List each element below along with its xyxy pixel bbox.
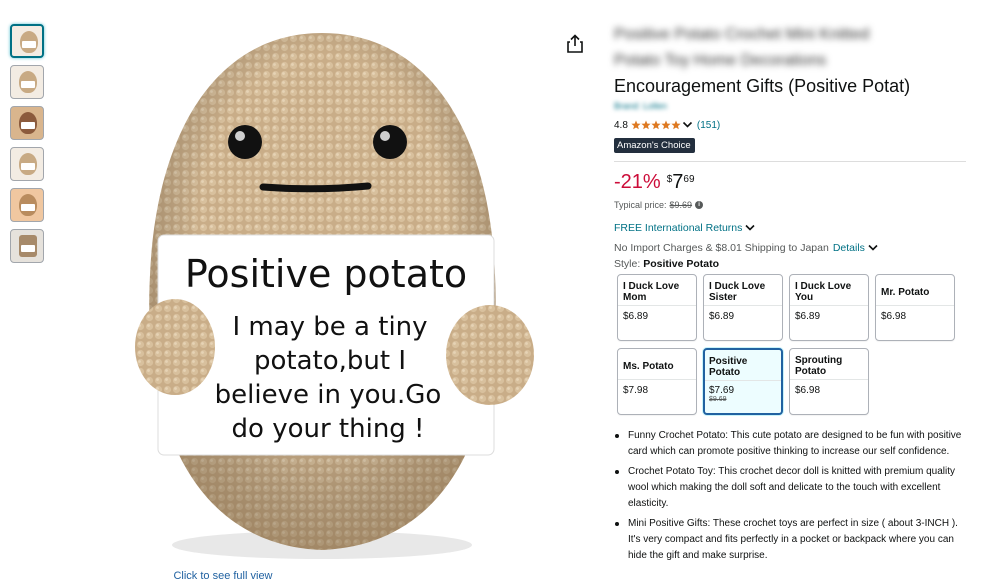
chevron-down-icon — [868, 244, 878, 251]
style-option-mr-potato[interactable]: Mr. Potato $6.98 — [875, 274, 955, 341]
style-option-name: Ms. Potato — [623, 360, 674, 372]
share-icon[interactable] — [566, 34, 584, 54]
style-option-name: Mr. Potato — [881, 286, 930, 298]
details-label: Details — [832, 242, 865, 254]
star-icon — [641, 120, 651, 130]
typical-price-label: Typical price: — [614, 200, 667, 210]
style-option-sprouting-potato[interactable]: Sprouting Potato $6.98 — [789, 348, 869, 415]
card-line-2: potato,but I — [254, 346, 406, 376]
star-rating[interactable] — [631, 120, 681, 130]
style-option-price: $6.89 — [709, 311, 735, 322]
thumbnail-image — [19, 112, 37, 134]
card-line-4: do your thing ! — [232, 414, 425, 444]
card-line-1: I may be a tiny — [232, 312, 427, 342]
amazons-choice-badge: Amazon's Choice — [614, 138, 695, 153]
style-option-name: I Duck Love Mom — [623, 281, 680, 303]
style-option-name: Sprouting Potato — [795, 355, 843, 377]
style-option-name: I Duck Love Sister — [709, 281, 766, 303]
star-icon — [661, 120, 671, 130]
blurred-title-line-1: Positive Potato Crochet Mini Knitted — [614, 26, 870, 43]
style-option-positive-potato[interactable]: Positive Potato $7.69 $9.69 — [703, 348, 783, 415]
thumbnail-1[interactable] — [10, 24, 44, 58]
style-option-name: I Duck Love You — [795, 281, 852, 303]
typical-price: Typical price: $9.69 i — [614, 200, 966, 210]
style-selector-label: Style: Positive Potato — [614, 258, 966, 270]
price-row: -21% $ 7 69 — [614, 171, 966, 197]
discount-percent: -21% — [614, 171, 661, 193]
style-option-price: $7.98 — [623, 385, 649, 396]
chevron-down-icon — [745, 224, 755, 231]
star-icon — [671, 120, 681, 130]
thumbnail-2[interactable] — [10, 65, 44, 99]
free-returns-label: FREE International Returns — [614, 222, 743, 234]
style-option-i-duck-love-mom[interactable]: I Duck Love Mom $6.89 — [617, 274, 697, 341]
thumbnail-3[interactable] — [10, 106, 44, 140]
thumbnail-4[interactable] — [10, 147, 44, 181]
free-returns-link[interactable]: FREE International Returns — [614, 222, 966, 234]
import-charges-text: No Import Charges & $8.01 Shipping to Ja… — [614, 242, 829, 254]
thumbnail-strip — [10, 24, 46, 270]
details-link[interactable]: Details — [833, 242, 878, 254]
card-title: Positive potato — [185, 252, 467, 296]
price-whole: 7 — [672, 171, 684, 193]
style-option-ms-potato[interactable]: Ms. Potato $7.98 — [617, 348, 697, 415]
style-option-price: $7.69 — [709, 385, 735, 396]
product-title: Encouragement Gifts (Positive Potat) — [614, 76, 911, 96]
rating-value: 4.8 — [614, 119, 628, 131]
feature-bullet: Crochet Potato Toy: This crochet decor d… — [614, 464, 966, 512]
info-icon[interactable]: i — [695, 201, 704, 209]
style-option-i-duck-love-sister[interactable]: I Duck Love Sister $6.89 — [703, 274, 783, 341]
style-option-i-duck-love-you[interactable]: I Duck Love You $6.89 — [789, 274, 869, 341]
typical-price-value: $9.69 — [669, 200, 693, 210]
thumbnail-image — [19, 235, 37, 257]
product-detail: Positive Potato Crochet Mini Knitted Pot… — [614, 22, 966, 568]
style-option-name: Positive Potato — [709, 355, 748, 378]
feature-bullet: Funny Crochet Potato: This cute potato a… — [614, 428, 966, 460]
crochet-potato-illustration: Positive potato I may be a tiny potato,b… — [135, 33, 534, 559]
card-line-3: believe in you.Go — [215, 380, 442, 410]
click-to-see-full-view: Click to see full view — [0, 570, 446, 582]
thumbnail-6[interactable] — [10, 229, 44, 263]
blurred-title-line-2: Potato Toy Home Decorations — [614, 52, 827, 69]
share-icon-glyph — [567, 34, 583, 53]
star-icon — [651, 120, 661, 130]
rating-count-link[interactable]: (151) — [697, 120, 720, 131]
thumbnail-image — [19, 194, 37, 216]
thumbnail-image — [19, 153, 37, 175]
thumbnail-5[interactable] — [10, 188, 44, 222]
style-option-price: $6.89 — [623, 311, 649, 322]
divider — [614, 161, 966, 162]
chevron-down-icon[interactable] — [682, 121, 693, 129]
brand-link[interactable]: Brand: Lollen — [614, 101, 966, 113]
price-fraction: 69 — [683, 174, 695, 185]
style-option-price: $6.98 — [795, 385, 821, 396]
style-option-price: $6.98 — [881, 311, 907, 322]
rating-row: 4.8 (151) — [614, 118, 966, 132]
full-view-link[interactable]: Click to see full view — [173, 570, 272, 582]
style-option-list-price: $9.69 — [709, 396, 727, 403]
shipping-info: No Import Charges & $8.01 Shipping to Ja… — [614, 242, 966, 254]
thumbnail-image — [19, 71, 37, 93]
style-options: I Duck Love Mom $6.89 I Duck Love Sister… — [617, 274, 966, 415]
thumbnail-image — [20, 31, 38, 53]
style-label: Style: — [614, 258, 641, 270]
main-product-image[interactable]: Positive potato I may be a tiny potato,b… — [100, 25, 546, 565]
star-icon — [631, 120, 641, 130]
feature-bullet: Mini Positive Gifts: These crochet toys … — [614, 516, 966, 564]
selected-style: Positive Potato — [643, 258, 720, 270]
feature-bullets: Funny Crochet Potato: This cute potato a… — [614, 428, 966, 564]
style-option-price: $6.89 — [795, 311, 821, 322]
